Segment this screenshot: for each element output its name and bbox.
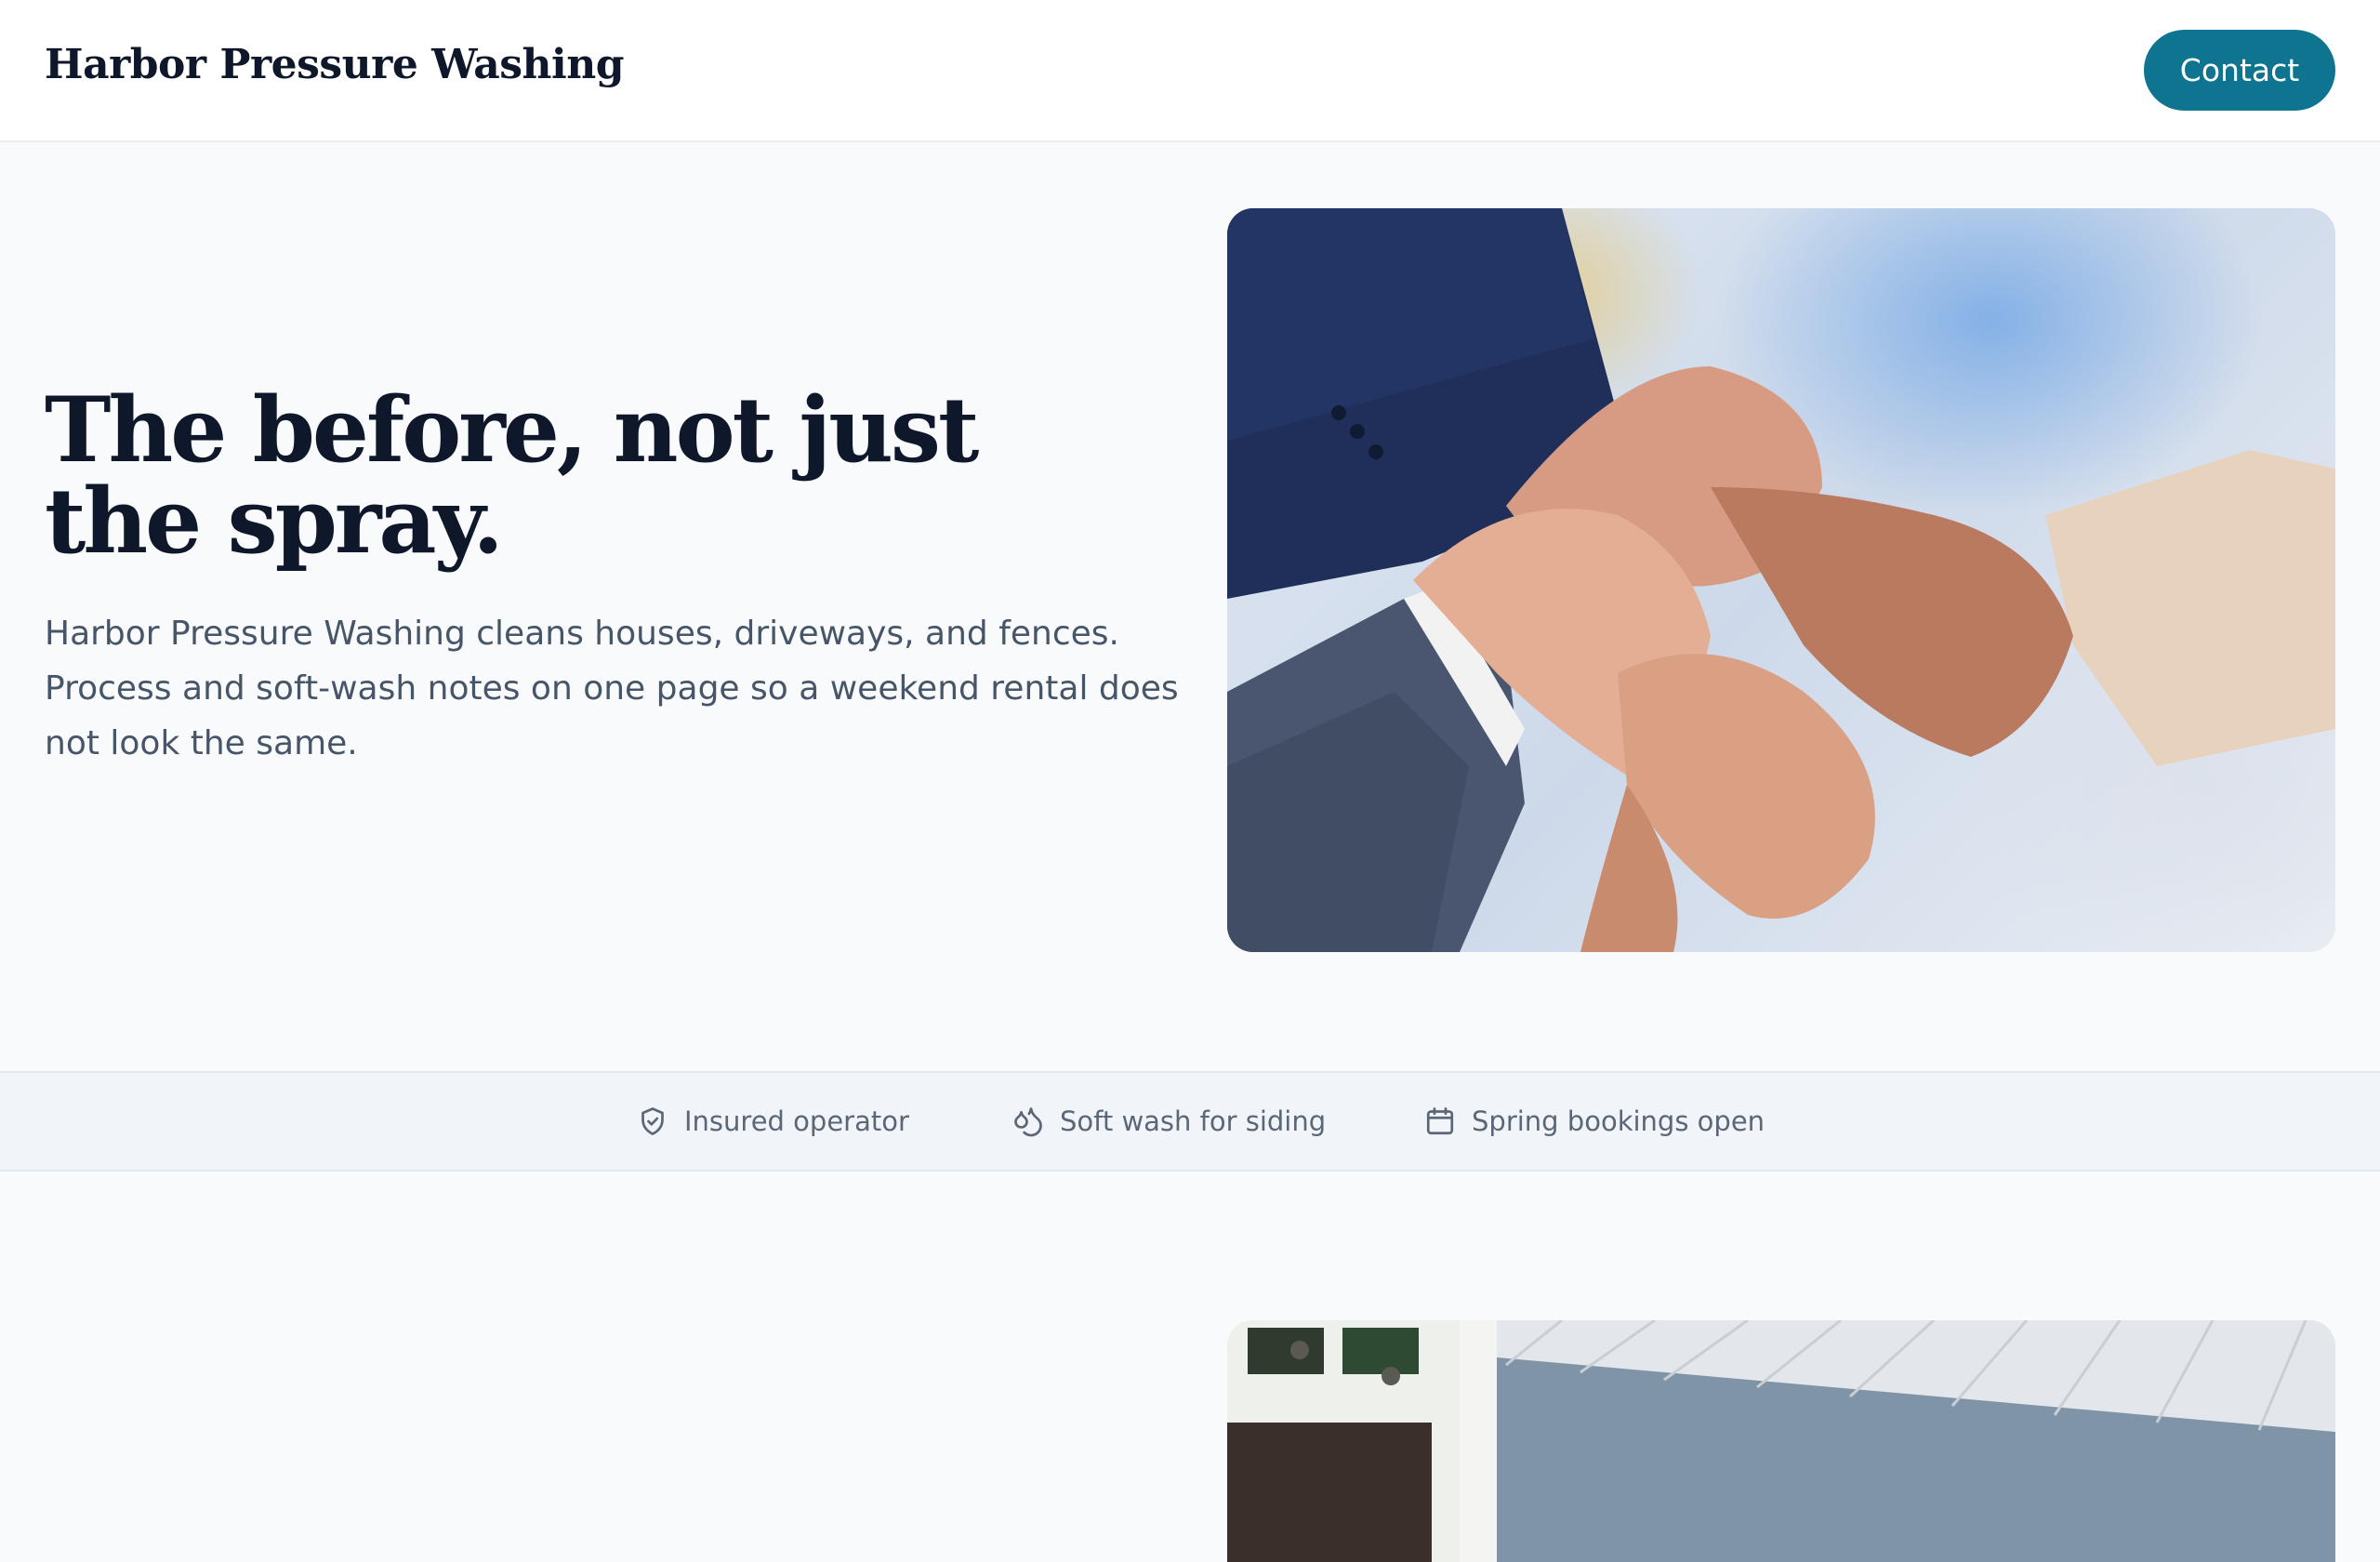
trust-label: Spring bookings open [1472,1105,1765,1137]
hero-title: The before, not just the spray. [45,377,979,574]
trust-label: Insured operator [684,1105,909,1137]
brand-name[interactable]: Harbor Pressure Washing [45,41,625,88]
site-header: Harbor Pressure Washing Contact [0,0,2380,142]
calendar-icon [1421,1103,1459,1140]
porch-image [1227,1320,2335,1562]
hero-subtitle: Harbor Pressure Washing cleans houses, d… [45,615,1179,762]
trust-item-spring-bookings: Spring bookings open [1421,1073,1765,1170]
contact-button[interactable]: Contact [2144,30,2335,111]
hero-image-team-hands [1227,208,2335,952]
trust-item-soft-wash: Soft wash for siding [1010,1073,1326,1170]
droplets-icon [1010,1103,1047,1140]
shield-check-icon [634,1103,671,1140]
trust-strip: Insured operator Soft wash for siding Sp… [0,1071,2380,1172]
trust-label: Soft wash for siding [1060,1105,1327,1137]
trust-item-insured: Insured operator [634,1073,909,1170]
